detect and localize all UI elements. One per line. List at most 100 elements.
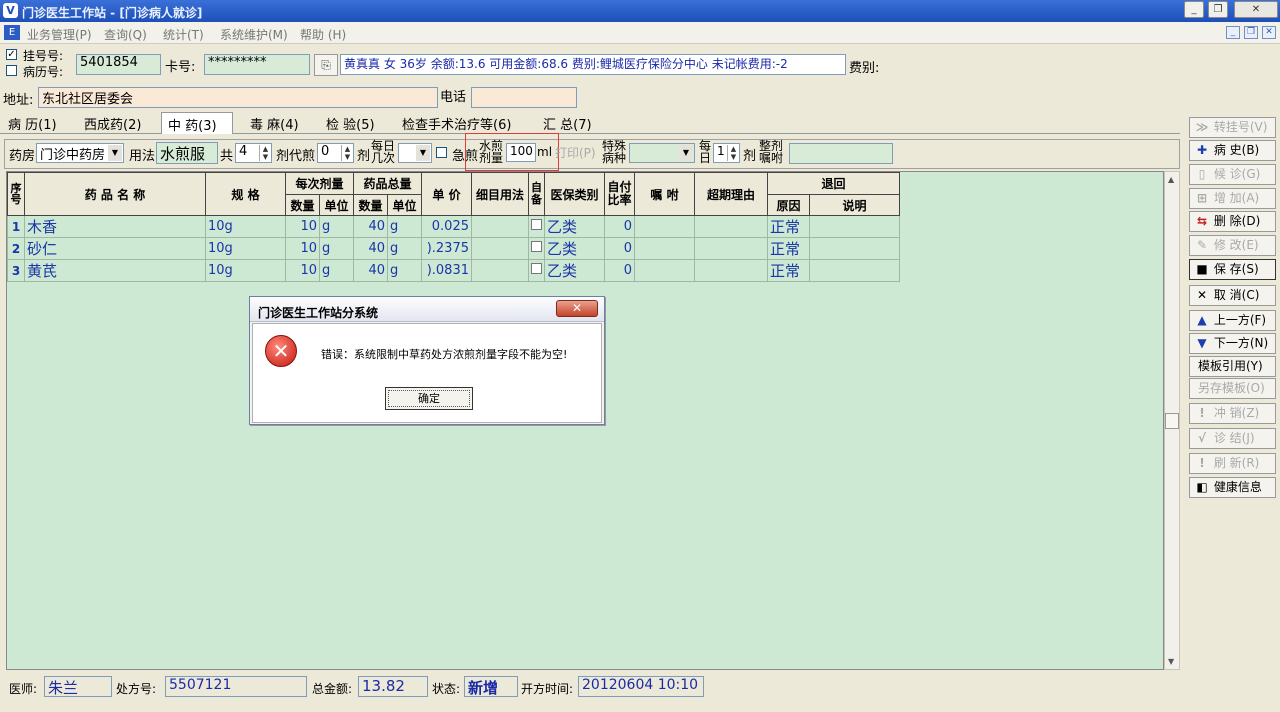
tab-exams-procedures[interactable]: 检查手术治疗等(6) (402, 112, 511, 133)
case-no-checkbox[interactable] (6, 65, 17, 76)
cell-detail-usage[interactable] (471, 237, 529, 260)
cell-reason: 正常 (767, 259, 810, 282)
mdi-minimize-icon[interactable]: _ (1226, 26, 1240, 39)
save-button[interactable]: ■ 保 存(S) (1189, 259, 1276, 280)
card-read-icon[interactable]: ⎘ (314, 54, 338, 76)
card-label: 卡号: (165, 60, 196, 75)
cell-detail-usage[interactable] (471, 259, 529, 282)
transfer-reg-button[interactable]: ≫ 转挂号(V) (1189, 117, 1276, 138)
cell-self-prep[interactable] (528, 215, 545, 238)
cell-dose-qty[interactable]: 10 (285, 237, 320, 260)
spin-arrows-icon[interactable]: ▲ ▼ (727, 145, 739, 161)
whole-advice-label: 整剂嘱咐 (759, 139, 784, 165)
cell-exceed-reason[interactable] (694, 215, 768, 238)
cancel-button[interactable]: ✕ 取 消(C) (1189, 285, 1276, 306)
health-info-button[interactable]: ◧ 健康信息 (1189, 477, 1276, 498)
delete-icon: ⇆ (1196, 214, 1208, 228)
edit-button[interactable]: ✎ 修 改(E) (1189, 235, 1276, 256)
scroll-up-icon[interactable]: ▲ (1168, 175, 1174, 184)
whole-advice-field[interactable] (789, 143, 893, 164)
vertical-scrollbar[interactable]: ▲ ▼ (1164, 171, 1180, 670)
card-field[interactable]: ********* (204, 54, 310, 75)
menu-maintenance[interactable]: 系统维护(M) (220, 26, 288, 43)
add-button[interactable]: ⊞ 增 加(A) (1189, 188, 1276, 209)
tab-western-medicine[interactable]: 西成药(2) (84, 112, 141, 133)
cell-dose-qty[interactable]: 10 (285, 215, 320, 238)
mdi-close-icon[interactable]: ✕ (1262, 26, 1276, 39)
table-row[interactable]: 2 砂仁 10g 10 g 40 g ).2375 乙类 0 正常 (7, 237, 900, 260)
cell-advice[interactable] (634, 259, 695, 282)
mdi-restore-icon[interactable]: ❐ (1244, 26, 1258, 39)
decoct-stepper[interactable]: 0 ▲ ▼ (317, 143, 354, 163)
cell-name[interactable]: 砂仁 (24, 237, 206, 260)
cell-dose-qty[interactable]: 10 (285, 259, 320, 282)
tab-summary[interactable]: 汇 总(7) (543, 112, 592, 133)
special-disease-select[interactable]: ▼ (629, 143, 695, 163)
pharmacy-select[interactable]: 门诊中药房 ▼ (36, 143, 124, 163)
dialog-close-icon[interactable]: ✕ (556, 300, 598, 317)
menu-query[interactable]: 查询(Q) (104, 26, 147, 43)
phone-field[interactable] (471, 87, 577, 108)
cell-price: 0.025 (421, 215, 472, 238)
refresh-button[interactable]: ! 刷 新(R) (1189, 453, 1276, 474)
daily-doses-stepper[interactable]: 1 ▲ ▼ (713, 143, 740, 163)
tab-lab-tests[interactable]: 检 验(5) (326, 112, 375, 133)
patient-info: 黄真真 女 36岁 余额:13.6 可用金额:68.6 费别:鲤城医疗保险分中心… (340, 54, 846, 75)
spin-arrows-icon[interactable]: ▲ ▼ (341, 145, 353, 161)
table-row[interactable]: 3 黄芪 10g 10 g 40 g ).0831 乙类 0 正常 (7, 259, 900, 282)
address-field[interactable]: 东北社区居委会 (38, 87, 438, 108)
cell-advice[interactable] (634, 237, 695, 260)
health-icon: ◧ (1196, 480, 1208, 494)
tab-case-history[interactable]: 病 历(1) (8, 112, 57, 133)
table-row[interactable]: 1 木香 10g 10 g 40 g 0.025 乙类 0 正常 (7, 215, 900, 238)
cell-exceed-reason[interactable] (694, 237, 768, 260)
reg-no-field[interactable]: 5401854 (76, 54, 161, 75)
minimize-icon[interactable]: _ (1184, 1, 1204, 18)
delete-button[interactable]: ⇆ 删 除(D) (1189, 211, 1276, 232)
menu-business[interactable]: 业务管理(P) (27, 26, 92, 43)
scroll-thumb[interactable] (1165, 413, 1179, 429)
self-prep-checkbox[interactable] (531, 219, 542, 230)
restore-icon[interactable]: ❐ (1208, 1, 1228, 18)
spin-arrows-icon[interactable]: ▲ ▼ (259, 145, 271, 161)
daily-unit: 剂 (743, 149, 757, 164)
previous-rx-button[interactable]: ▲ 上一方(F) (1189, 310, 1276, 331)
app-menu-icon[interactable]: E (4, 25, 20, 40)
dialog-title: 门诊医生工作站分系统 (250, 297, 604, 322)
close-icon[interactable]: ✕ (1234, 1, 1278, 18)
ok-button[interactable]: 确定 (385, 387, 473, 410)
reg-no-checkbox[interactable]: ✓ (6, 49, 17, 60)
cell-exceed-reason[interactable] (694, 259, 768, 282)
self-prep-checkbox[interactable] (531, 241, 542, 252)
waiting-button[interactable]: ▯ 候 诊(G) (1189, 164, 1276, 185)
cell-advice[interactable] (634, 215, 695, 238)
self-prep-checkbox[interactable] (531, 263, 542, 274)
daily-times-select[interactable]: ▼ (398, 143, 432, 163)
tab-chinese-medicine[interactable]: 中 药(3) (161, 112, 233, 134)
save-template-button[interactable]: 另存模板(O) (1189, 378, 1276, 399)
cell-note[interactable] (809, 259, 900, 282)
menu-stats[interactable]: 统计(T) (163, 26, 204, 43)
cell-note[interactable] (809, 215, 900, 238)
tab-narcotics[interactable]: 毒 麻(4) (250, 112, 299, 133)
title-bar: V 门诊医生工作站 - [门诊病人就诊] _ ❐ ✕ (0, 0, 1280, 22)
rx-time-label: 开方时间: (521, 682, 574, 696)
cell-self-prep[interactable] (528, 237, 545, 260)
cell-detail-usage[interactable] (471, 215, 529, 238)
cell-self-prep[interactable] (528, 259, 545, 282)
cell-note[interactable] (809, 237, 900, 260)
template-use-button[interactable]: 模板引用(Y) (1189, 356, 1276, 377)
conclude-button[interactable]: √ 诊 结(J) (1189, 428, 1276, 449)
reverse-button[interactable]: ! 冲 销(Z) (1189, 403, 1276, 424)
print-button[interactable]: 打印(P) (555, 144, 596, 161)
menu-help[interactable]: 帮助 (H) (300, 26, 346, 43)
cell-name[interactable]: 黄芪 (24, 259, 206, 282)
doctor-label: 医师: (9, 682, 38, 696)
scroll-down-icon[interactable]: ▼ (1168, 657, 1174, 666)
usage-field[interactable]: 水煎服 (156, 142, 218, 164)
next-rx-button[interactable]: ▼ 下一方(N) (1189, 333, 1276, 354)
urgent-decoct-checkbox[interactable] (436, 147, 447, 158)
cell-name[interactable]: 木香 (24, 215, 206, 238)
medical-history-button[interactable]: ✚ 病 史(B) (1189, 140, 1276, 161)
total-doses-stepper[interactable]: 4 ▲ ▼ (235, 143, 272, 163)
